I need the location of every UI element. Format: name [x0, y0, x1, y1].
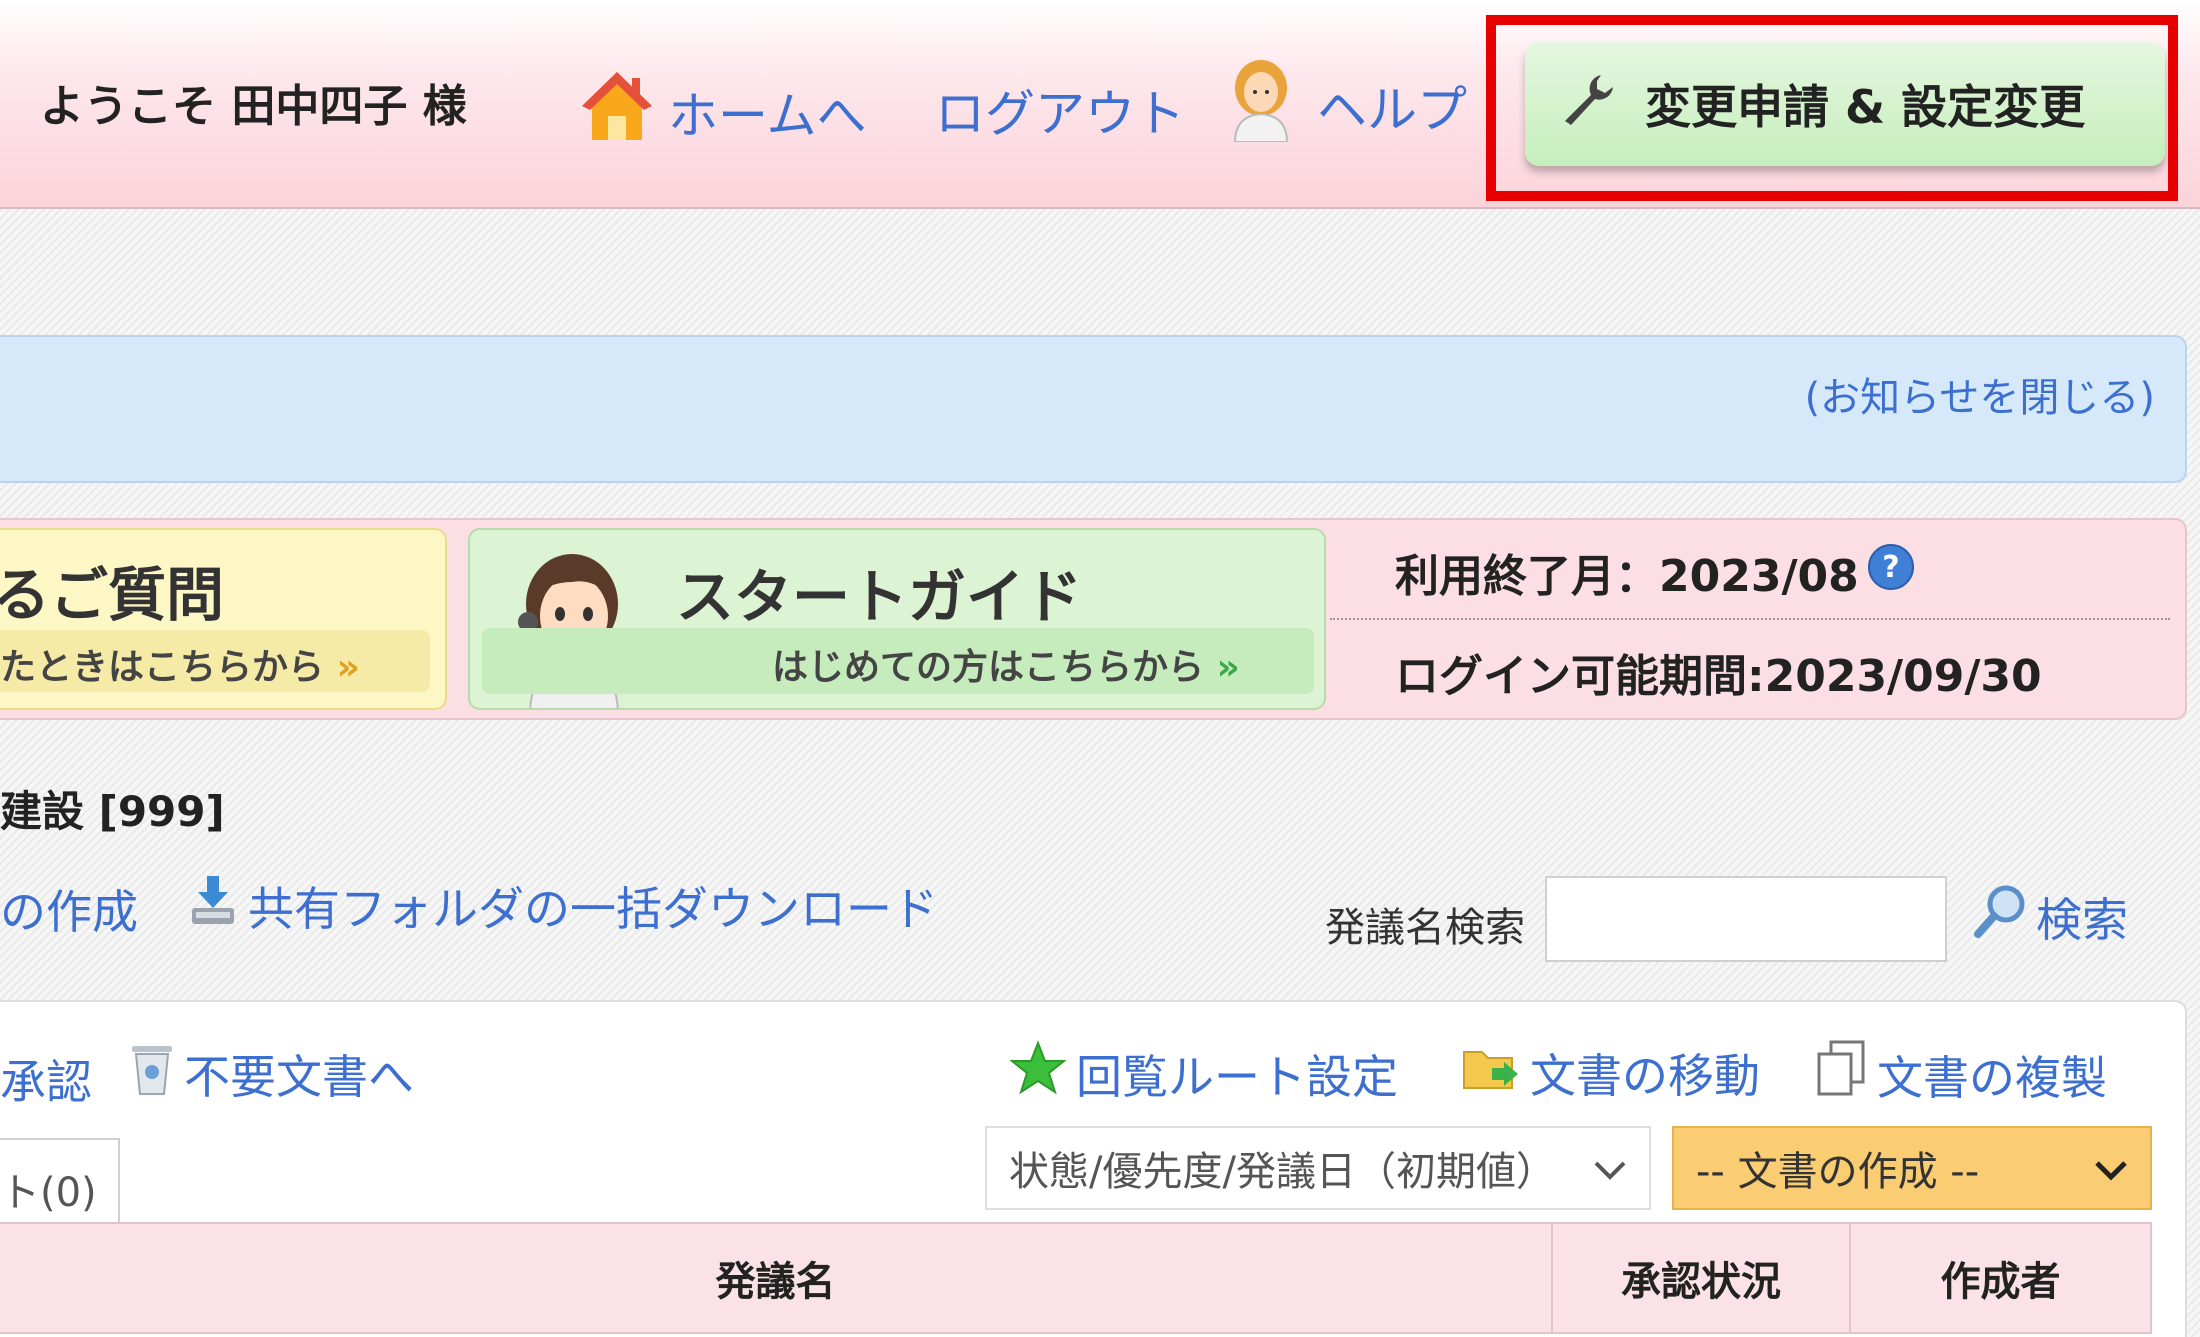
welcome-text: ようこそ 田中四子 様 — [40, 81, 467, 132]
folder-move-icon — [1462, 1042, 1520, 1105]
svg-text:?: ? — [1882, 550, 1899, 585]
wrench-icon — [1561, 71, 1617, 138]
notice-bar: (お知らせを閉じる) — [0, 335, 2187, 483]
home-link[interactable]: ホームへ — [580, 68, 867, 156]
circulation-route-link[interactable]: 回覧ルート設定 — [1009, 1040, 1398, 1107]
start-guide-subtitle: はじめての方はこちらから » — [482, 628, 1314, 694]
sort-order-select[interactable]: 状態/優先度/発議日（初期値） — [985, 1126, 1651, 1210]
trash-link-label: 不要文書へ — [184, 1049, 414, 1104]
approve-link[interactable]: 承認 — [0, 1046, 92, 1112]
chevron-down-icon — [2094, 1145, 2128, 1191]
trash-link[interactable]: 不要文書へ — [130, 1040, 414, 1107]
usage-end-month: 利用終了月：2023/08 ? — [1395, 540, 1915, 604]
chevron-right-icon: » — [336, 647, 360, 688]
trash-can-icon — [130, 1040, 174, 1107]
organization-name: 建設 [999] — [0, 787, 225, 836]
search-button[interactable]: 検索 — [1972, 882, 2128, 951]
column-header-author[interactable]: 作成者 — [1851, 1224, 2152, 1332]
copy-icon — [1815, 1040, 1867, 1109]
logout-link[interactable]: ログアウト — [935, 74, 1185, 146]
search-input[interactable] — [1545, 876, 1947, 962]
start-guide-title: スタートガイド — [676, 563, 1083, 631]
house-icon — [580, 68, 654, 156]
copy-link-label: 文書の複製 — [1877, 1050, 2107, 1105]
login-period: ログイン可能期間:2023/09/30 — [1395, 651, 2042, 702]
copy-document-link[interactable]: 文書の複製 — [1815, 1040, 2107, 1109]
chevron-right-icon: » — [1216, 647, 1240, 688]
column-header-approval-status[interactable]: 承認状況 — [1553, 1224, 1851, 1332]
download-link-label: 共有フォルダの一括ダウンロード — [248, 881, 938, 936]
faq-banner-subtitle: たときはこちらから » — [0, 630, 430, 692]
route-link-label: 回覧ルート設定 — [1076, 1049, 1398, 1104]
create-folder-link[interactable]: の作成 — [0, 876, 138, 942]
home-link-label: ホームへ — [668, 87, 867, 145]
sort-order-value: 状態/優先度/発議日（初期値） — [1009, 1149, 1556, 1195]
close-notice-link[interactable]: (お知らせを閉じる) — [1805, 365, 2155, 423]
create-document-value: -- 文書の作成 -- — [1696, 1149, 1980, 1195]
chevron-down-icon — [1593, 1145, 1627, 1191]
faq-banner[interactable]: るご質問 たときはこちらから » — [0, 528, 447, 710]
help-person-icon — [1225, 58, 1297, 154]
settings-change-button[interactable]: 変更申請 & 設定変更 — [1525, 42, 2165, 166]
magnifier-icon — [1972, 882, 2030, 951]
move-link-label: 文書の移動 — [1530, 1049, 1760, 1103]
search-label: 発議名検索 — [1325, 905, 1525, 951]
start-guide-banner[interactable]: スタートガイド はじめての方はこちらから » — [468, 528, 1326, 710]
shared-folder-download-link[interactable]: 共有フォルダの一括ダウンロード — [188, 872, 938, 939]
star-icon — [1009, 1040, 1067, 1107]
list-tab[interactable]: ト(0) — [0, 1138, 120, 1222]
column-header-title[interactable]: 発議名 — [0, 1224, 1553, 1332]
help-link-label: ヘルプ — [1317, 81, 1467, 139]
settings-change-label: 変更申請 & 設定変更 — [1645, 80, 2086, 134]
faq-banner-title: るご質問 — [0, 561, 225, 629]
search-button-label: 検索 — [2036, 892, 2128, 947]
question-help-icon[interactable]: ? — [1867, 543, 1915, 602]
period-divider — [1330, 618, 2170, 620]
help-link[interactable]: ヘルプ — [1225, 58, 1467, 154]
move-document-link[interactable]: 文書の移動 — [1462, 1040, 1760, 1106]
create-document-select[interactable]: -- 文書の作成 -- — [1672, 1126, 2152, 1210]
document-table-header: 発議名 承認状況 作成者 — [0, 1222, 2152, 1334]
download-icon — [188, 872, 238, 939]
